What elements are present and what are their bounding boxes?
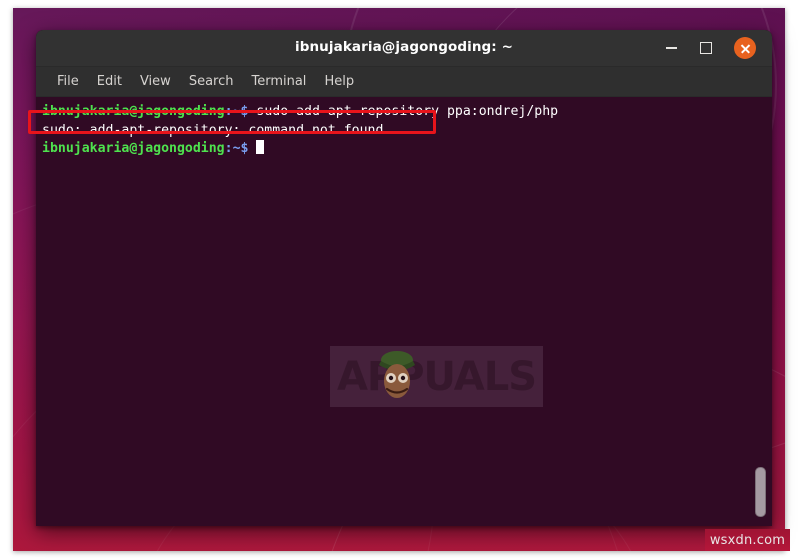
maximize-button[interactable] xyxy=(695,37,717,59)
typed-command: sudo add-apt-repository ppa:ondrej/php xyxy=(248,104,559,119)
screenshot-root: ibnujakaria@jagongoding: ~ File Edit Vie… xyxy=(0,0,803,559)
terminal-line-error: sudo: add-apt-repository: command not fo… xyxy=(42,122,772,141)
shell-prompt-path: :~ xyxy=(224,141,241,157)
terminal-scrollbar[interactable] xyxy=(755,97,768,526)
command-input-space xyxy=(248,141,256,156)
menu-item-help[interactable]: Help xyxy=(315,72,363,91)
appuals-watermark: APPUALS xyxy=(330,346,543,407)
close-icon xyxy=(740,43,751,54)
scrollbar-thumb[interactable] xyxy=(755,467,766,517)
terminal-output-area[interactable]: ibnujakaria@jagongoding:~$ sudo add-apt-… xyxy=(36,97,772,526)
close-button[interactable] xyxy=(734,37,756,59)
source-site-tag: wsxdn.com xyxy=(705,529,790,551)
menu-item-edit[interactable]: Edit xyxy=(88,72,131,91)
maximize-icon xyxy=(700,42,712,54)
watermark-face-icon xyxy=(379,351,415,398)
terminal-window[interactable]: ibnujakaria@jagongoding: ~ File Edit Vie… xyxy=(36,30,772,526)
terminal-line-command: ibnujakaria@jagongoding:~$ sudo add-apt-… xyxy=(42,103,772,122)
source-site-text: wsxdn.com xyxy=(709,532,786,548)
menu-item-terminal[interactable]: Terminal xyxy=(242,72,315,91)
error-message-text: sudo: add-apt-repository: command not fo… xyxy=(42,122,384,138)
minimize-icon xyxy=(665,47,677,49)
text-cursor xyxy=(256,140,265,155)
menu-item-file[interactable]: File xyxy=(48,72,88,91)
menu-item-search[interactable]: Search xyxy=(180,72,243,91)
shell-prompt-userhost: ibnujakaria@jagongoding xyxy=(42,141,225,157)
shell-prompt-path: :~ xyxy=(224,104,241,119)
terminal-line-prompt: ibnujakaria@jagongoding:~$ xyxy=(42,140,772,159)
minimize-button[interactable] xyxy=(660,37,682,59)
menu-item-view[interactable]: View xyxy=(131,72,180,91)
menu-bar: File Edit View Search Terminal Help xyxy=(36,67,772,97)
shell-prompt-userhost: ibnujakaria@jagongoding xyxy=(42,104,225,119)
window-titlebar[interactable]: ibnujakaria@jagongoding: ~ xyxy=(36,30,772,67)
watermark-text: APPUALS xyxy=(336,353,537,400)
